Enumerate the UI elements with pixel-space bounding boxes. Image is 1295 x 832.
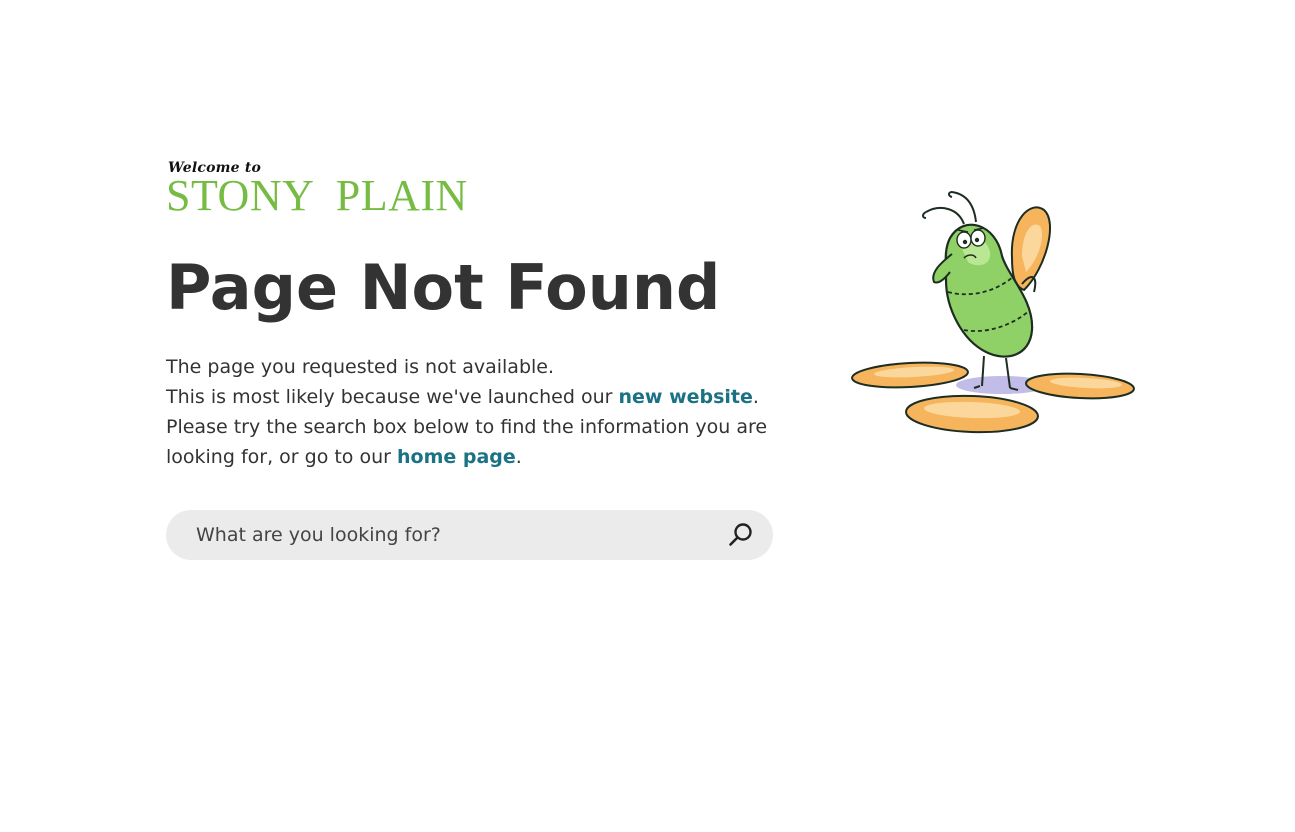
search-bar [166, 510, 773, 560]
message-line-new-website: This is most likely because we've launch… [166, 382, 776, 412]
logo-name-text: STONY PLAIN [166, 171, 468, 220]
search-button[interactable] [727, 521, 755, 549]
home-page-link[interactable]: home page [397, 446, 516, 468]
stony-plain-logo[interactable]: Welcome to STONY PLAIN [166, 160, 476, 218]
message-line-search-hint: Please try the search box below to find … [166, 412, 776, 472]
petal-right [1025, 372, 1135, 400]
page-title: Page Not Found [166, 251, 721, 324]
message-text: This is most likely because we've launch… [166, 386, 619, 408]
new-website-link[interactable]: new website [618, 386, 752, 408]
petal-left [851, 361, 969, 389]
error-message: The page you requested is not available.… [166, 352, 776, 472]
message-text: . [515, 446, 522, 468]
search-icon [729, 523, 752, 546]
bug-character-illustration [846, 180, 1142, 442]
message-text: . [752, 386, 759, 408]
message-line-unavailable: The page you requested is not available. [166, 356, 555, 378]
petal-bottom [905, 394, 1039, 434]
search-input[interactable] [196, 510, 716, 560]
